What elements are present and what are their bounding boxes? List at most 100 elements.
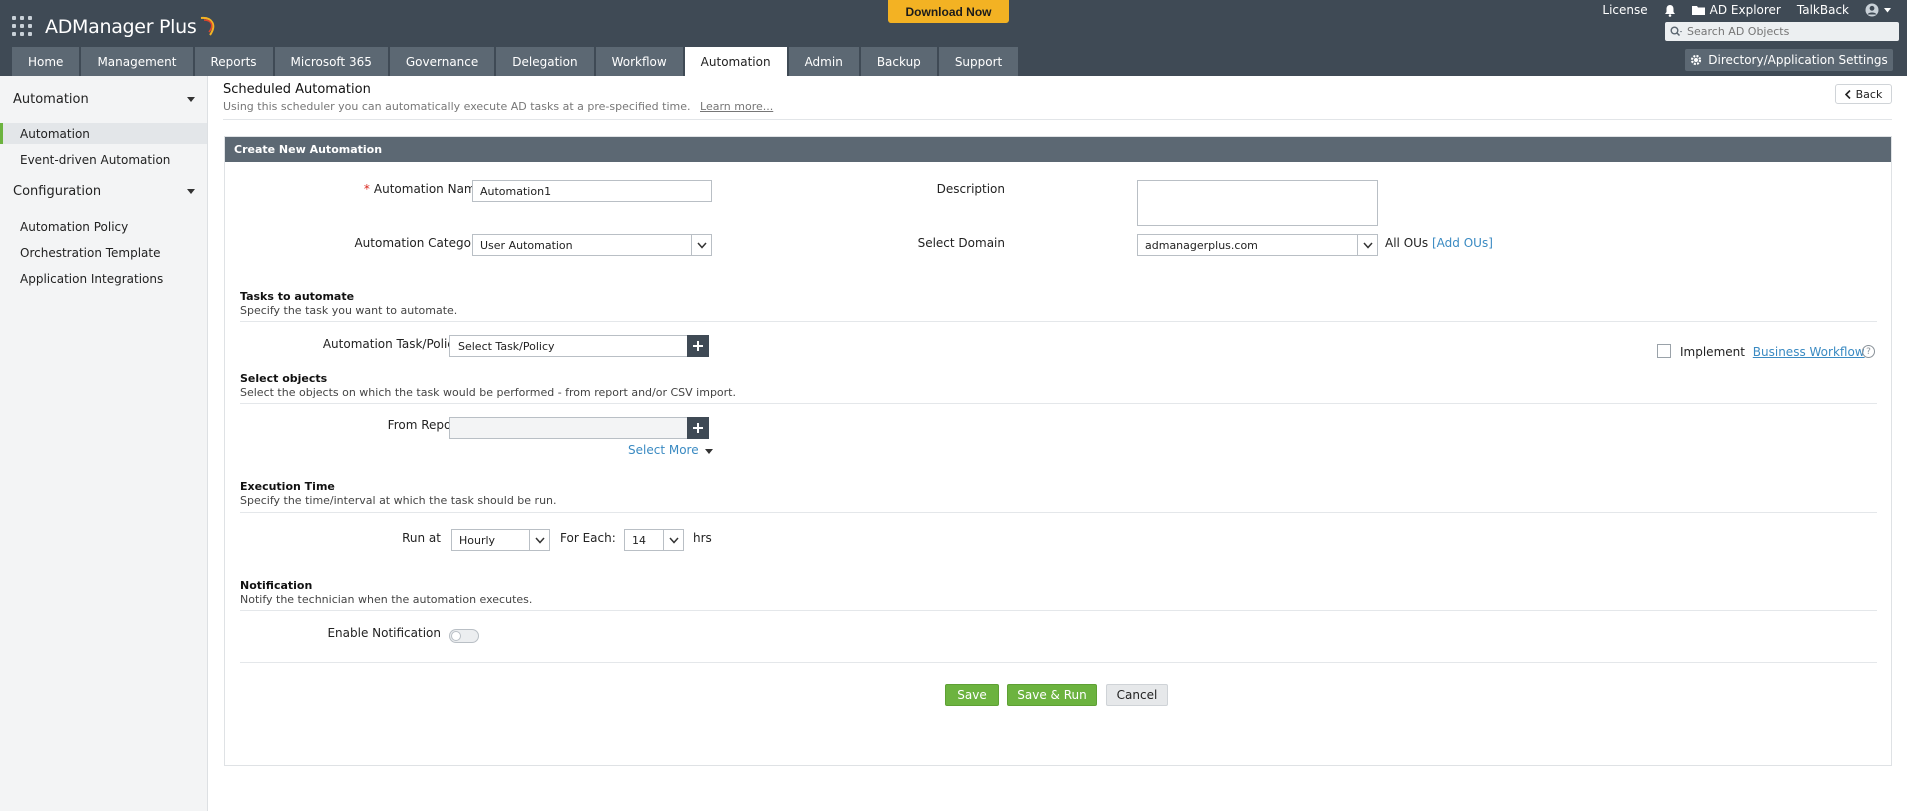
implement-label: Implement <box>1680 345 1745 359</box>
download-now-button[interactable]: Download Now <box>888 0 1009 23</box>
task-policy-value: Select Task/Policy <box>458 339 555 353</box>
license-link[interactable]: License <box>1602 3 1647 17</box>
execution-section-title: Execution Time <box>240 480 335 493</box>
divider <box>240 403 1877 404</box>
run-at-value: Hourly <box>459 533 496 547</box>
logo-swoosh-icon <box>201 16 215 36</box>
ad-explorer-link[interactable]: AD Explorer <box>1691 3 1781 17</box>
save-and-run-button[interactable]: Save & Run <box>1007 684 1097 706</box>
hours-unit-label: hrs <box>693 531 712 545</box>
search-box <box>1665 22 1899 41</box>
automation-category-select[interactable]: User Automation <box>472 234 712 256</box>
all-ous-label: All OUs <box>1385 236 1429 250</box>
description-label: Description <box>936 182 1005 196</box>
sidebar-item-event-driven-automation[interactable]: Event-driven Automation <box>0 149 207 170</box>
notification-section-desc: Notify the technician when the automatio… <box>240 593 533 606</box>
apps-grid-icon[interactable] <box>12 16 32 36</box>
chevron-down-icon <box>529 530 549 550</box>
domain-select[interactable]: admanagerplus.com <box>1137 234 1378 256</box>
add-ous-link[interactable]: [Add OUs] <box>1432 236 1493 250</box>
logo[interactable]: ADManager Plus <box>45 12 218 42</box>
sidebar-section-configuration[interactable]: Configuration <box>13 184 195 199</box>
tasks-section-desc: Specify the task you want to automate. <box>240 304 458 317</box>
plus-icon <box>693 341 703 351</box>
search-icon[interactable] <box>1665 22 1687 41</box>
automation-name-label-text: Automation Name <box>373 182 483 196</box>
chevron-down-icon <box>663 530 683 550</box>
domain-value: admanagerplus.com <box>1145 238 1258 252</box>
caret-down-icon <box>187 189 195 194</box>
learn-more-link[interactable]: Learn more... <box>700 100 773 113</box>
chevron-down-icon <box>1884 7 1891 12</box>
notification-section-title: Notification <box>240 579 313 592</box>
business-workflow-link[interactable]: Business Workflow <box>1753 345 1865 359</box>
settings-label: Directory/Application Settings <box>1708 53 1888 67</box>
search-input[interactable] <box>1687 25 1892 38</box>
sidebar: Automation Automation Event-driven Autom… <box>0 76 208 811</box>
sidebar-section-label: Configuration <box>13 184 102 199</box>
main-content: Scheduled Automation Using this schedule… <box>208 76 1907 811</box>
tab-microsoft-365[interactable]: Microsoft 365 <box>274 47 388 76</box>
divider <box>223 119 1892 120</box>
chevron-down-icon <box>691 235 711 255</box>
tab-delegation[interactable]: Delegation <box>496 47 594 76</box>
objects-section-desc: Select the objects on which the task wou… <box>240 386 736 399</box>
gear-icon <box>1691 54 1702 66</box>
bell-icon[interactable] <box>1664 4 1676 17</box>
tab-automation[interactable]: Automation <box>684 47 787 76</box>
run-at-select[interactable]: Hourly <box>451 529 550 551</box>
required-marker: * <box>363 182 370 196</box>
plus-icon <box>693 423 703 433</box>
user-avatar[interactable] <box>1865 3 1891 17</box>
enable-notification-label: Enable Notification <box>327 626 441 640</box>
objects-section-title: Select objects <box>240 372 328 385</box>
tab-management[interactable]: Management <box>81 47 193 76</box>
sidebar-item-application-integrations[interactable]: Application Integrations <box>0 268 207 289</box>
implement-workflow-label: Implement Business Workflow <box>1680 345 1865 359</box>
sidebar-section-automation[interactable]: Automation <box>13 92 195 107</box>
main-nav: Home Management Reports Microsoft 365 Go… <box>12 47 1019 76</box>
for-each-select[interactable]: 14 <box>624 529 684 551</box>
sidebar-item-orchestration-template[interactable]: Orchestration Template <box>0 242 207 263</box>
ous-selection: All OUs [Add OUs] <box>1385 236 1493 250</box>
chevron-left-icon <box>1844 89 1851 99</box>
for-each-value: 14 <box>632 533 646 547</box>
back-button[interactable]: Back <box>1835 84 1892 104</box>
tab-backup[interactable]: Backup <box>860 47 937 76</box>
enable-notification-toggle[interactable] <box>449 629 479 643</box>
tab-governance[interactable]: Governance <box>389 47 495 76</box>
tab-home[interactable]: Home <box>12 47 80 76</box>
ad-explorer-label: AD Explorer <box>1709 3 1781 17</box>
implement-workflow-checkbox[interactable] <box>1657 344 1671 358</box>
cancel-button[interactable]: Cancel <box>1106 684 1168 706</box>
add-task-button[interactable] <box>687 335 709 357</box>
task-policy-field[interactable]: Select Task/Policy <box>449 335 689 357</box>
save-button[interactable]: Save <box>945 684 999 706</box>
execution-section-desc: Specify the time/interval at which the t… <box>240 494 557 507</box>
top-bar: ADManager Plus Download Now License AD E… <box>0 0 1907 76</box>
tab-reports[interactable]: Reports <box>194 47 273 76</box>
chevron-down-icon <box>1357 235 1377 255</box>
for-each-label: For Each: <box>560 531 616 545</box>
talkback-link[interactable]: TalkBack <box>1797 3 1849 17</box>
automation-name-label: * Automation Name <box>325 182 483 196</box>
divider <box>240 321 1877 322</box>
back-label: Back <box>1855 87 1883 101</box>
sidebar-item-automation[interactable]: Automation <box>0 123 207 144</box>
sidebar-item-automation-policy[interactable]: Automation Policy <box>0 216 207 237</box>
select-more-dropdown[interactable]: Select More <box>628 443 714 457</box>
directory-settings-button[interactable]: Directory/Application Settings <box>1685 49 1893 71</box>
divider <box>240 662 1877 663</box>
tab-workflow[interactable]: Workflow <box>595 47 683 76</box>
help-icon[interactable]: ? <box>1862 345 1875 358</box>
tab-admin[interactable]: Admin <box>788 47 859 76</box>
automation-task-label: Automation Task/Policy <box>322 337 461 351</box>
tab-support[interactable]: Support <box>938 47 1019 76</box>
from-report-field[interactable] <box>449 417 689 439</box>
divider <box>240 512 1877 513</box>
page-subtitle-text: Using this scheduler you can automatical… <box>223 100 691 113</box>
add-report-button[interactable] <box>687 417 709 439</box>
description-textarea[interactable] <box>1137 180 1378 226</box>
automation-name-input[interactable] <box>472 180 712 202</box>
automation-category-label: Automation Category <box>354 236 483 250</box>
